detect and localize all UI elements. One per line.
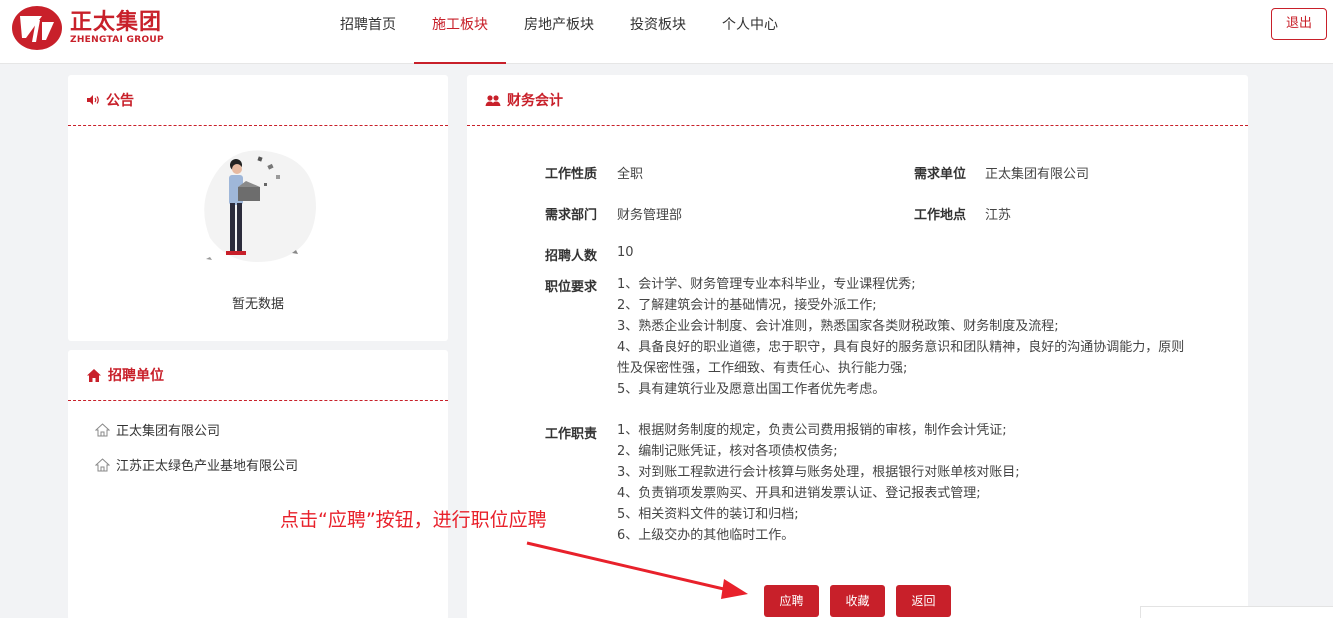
recruiting-units-card: 招聘单位 正太集团有限公司 江苏正太绿色产业基地有限公司: [68, 350, 448, 618]
favorite-button[interactable]: 收藏: [830, 585, 885, 617]
units-card-header: 招聘单位: [68, 350, 448, 401]
unit-label: 需求单位: [914, 167, 967, 182]
duty-line: 2、编制记账凭证，核对各项债权债务;: [617, 444, 838, 459]
unit-item[interactable]: 正太集团有限公司: [95, 420, 220, 439]
notice-card: 公告 暂无数据: [68, 75, 448, 341]
main-nav: 招聘首页 施工板块 房地产板块 投资板块 个人中心: [322, 0, 796, 64]
nav-item-real-estate[interactable]: 房地产板块: [506, 0, 612, 64]
requirement-line: 2、了解建筑会计的基础情况，接受外派工作;: [617, 298, 877, 313]
duty-line: 1、根据财务制度的规定，负责公司费用报销的审核，制作会计凭证;: [617, 423, 1007, 438]
count-value: 10: [617, 245, 634, 260]
dept-value: 财务管理部: [617, 208, 683, 223]
home-outline-icon: [95, 457, 110, 472]
count-label: 招聘人数: [545, 249, 598, 264]
users-icon: [485, 94, 501, 107]
nav-item-home[interactable]: 招聘首页: [322, 0, 414, 64]
logo-emblem-icon: [12, 6, 62, 50]
job-card-header: 财务会计: [467, 75, 1248, 126]
nav-item-construction[interactable]: 施工板块: [414, 0, 506, 64]
brand-logo[interactable]: 正太集团 ZHENGTAI GROUP: [12, 6, 164, 50]
notice-title: 公告: [106, 93, 134, 109]
home-outline-icon: [95, 422, 110, 437]
requirement-line: 1、会计学、财务管理专业本科毕业，专业课程优秀;: [617, 277, 916, 292]
apply-button[interactable]: 应聘: [764, 585, 819, 617]
logout-button[interactable]: 退出: [1271, 8, 1327, 40]
requirement-line: 性及保密性强，工作细致、有责任心、执行能力强;: [617, 361, 908, 376]
home-icon: [86, 368, 102, 383]
floating-widget[interactable]: [1140, 606, 1333, 618]
unit-item[interactable]: 江苏正太绿色产业基地有限公司: [95, 455, 298, 474]
location-value: 江苏: [985, 208, 1012, 223]
empty-illustration: [196, 143, 322, 277]
requirement-line: 3、熟悉企业会计制度、会计准则，熟悉国家各类财税政策、财务制度及流程;: [617, 319, 1059, 334]
back-button[interactable]: 返回: [896, 585, 951, 617]
duty-line: 5、相关资料文件的装订和归档;: [617, 507, 799, 522]
empty-state-text: 暂无数据: [231, 297, 284, 312]
nature-label: 工作性质: [545, 167, 598, 182]
nature-value: 全职: [617, 167, 644, 182]
nav-item-personal-center[interactable]: 个人中心: [704, 0, 796, 64]
requirements-list: 1、会计学、财务管理专业本科毕业，专业课程优秀; 2、了解建筑会计的基础情况，接…: [617, 274, 1232, 400]
unit-label: 江苏正太绿色产业基地有限公司: [116, 459, 299, 474]
units-title: 招聘单位: [108, 368, 164, 384]
duties-label: 工作职责: [545, 427, 598, 442]
duty-line: 4、负责销项发票购买、开具和进销发票认证、登记报表式管理;: [617, 486, 981, 501]
requirement-line: 5、具有建筑行业及愿意出国工作者优先考虑。: [617, 382, 886, 397]
duties-list: 1、根据财务制度的规定，负责公司费用报销的审核，制作会计凭证; 2、编制记账凭证…: [617, 420, 1232, 546]
requirement-line: 4、具备良好的职业道德，忠于职守，具有良好的服务意识和团队精神，良好的沟通协调能…: [617, 340, 1185, 355]
top-navbar: 正太集团 ZHENGTAI GROUP 招聘首页 施工板块 房地产板块 投资板块…: [0, 0, 1333, 64]
duty-line: 3、对到账工程款进行会计核算与账务处理，根据银行对账单核对账目;: [617, 465, 1020, 480]
job-detail-card: 财务会计 工作性质 全职 需求单位 正太集团有限公司 需求部门 财务管理部 工作…: [467, 75, 1248, 618]
requirements-label: 职位要求: [545, 280, 598, 295]
brand-name-cn: 正太集团: [70, 10, 163, 35]
job-title: 财务会计: [507, 93, 563, 109]
nav-item-investment[interactable]: 投资板块: [612, 0, 704, 64]
location-label: 工作地点: [914, 208, 967, 223]
unit-label: 正太集团有限公司: [116, 424, 221, 439]
notice-card-header: 公告: [68, 75, 448, 126]
unit-value: 正太集团有限公司: [985, 167, 1090, 182]
annotation-text: 点击“应聘”按钮，进行职位应聘: [280, 509, 547, 531]
brand-name-en: ZHENGTAI GROUP: [70, 35, 164, 45]
speaker-icon: [86, 94, 100, 106]
dept-label: 需求部门: [545, 208, 598, 223]
duty-line: 6、上级交办的其他临时工作。: [617, 528, 795, 543]
